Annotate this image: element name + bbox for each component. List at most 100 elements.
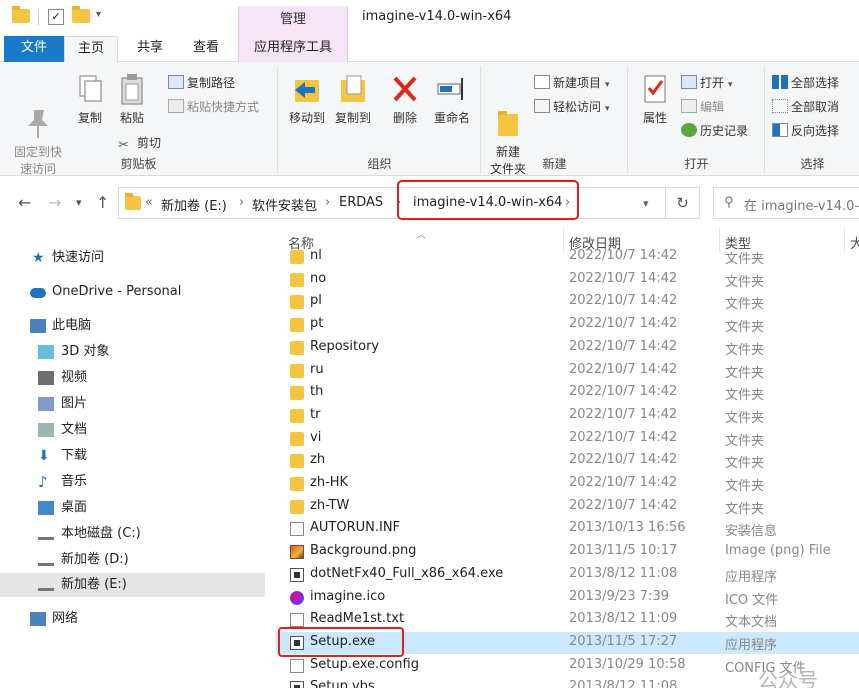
- open-button[interactable]: 打开 ▾: [681, 72, 733, 94]
- search-input[interactable]: ⚲ 在 imagine-v14.0-: [713, 187, 859, 219]
- copy-to-button[interactable]: 复制到: [331, 72, 375, 127]
- paste-button[interactable]: 粘贴: [112, 72, 152, 127]
- up-arrow-icon[interactable]: ↑: [96, 193, 109, 212]
- scissors-icon: ✂: [118, 138, 129, 153]
- document-icon: [38, 423, 54, 437]
- file-row[interactable]: nl 2022/10/7 14:42 文件夹: [276, 246, 859, 268]
- folder-icon: [290, 340, 304, 355]
- paste-shortcut-button[interactable]: 粘贴快捷方式: [168, 96, 259, 118]
- breadcrumb-erdas[interactable]: ERDAS: [339, 195, 383, 210]
- file-date: 2022/10/7 14:42: [569, 452, 678, 468]
- select-all-button[interactable]: 全部选择: [772, 72, 839, 94]
- drive-icon: [38, 558, 54, 566]
- nav-item-label: 视频: [61, 370, 88, 385]
- tab-home[interactable]: 主页: [64, 36, 119, 63]
- music-icon: ♪: [38, 473, 48, 491]
- file-type: 文件夹: [725, 479, 765, 494]
- back-arrow-icon[interactable]: ←: [18, 193, 31, 212]
- clipboard-group: 固定到快 速访问 复制 粘贴 复制路径 粘贴快捷方式 ✂ 剪切 剪贴板: [0, 66, 278, 176]
- history-button[interactable]: 历史记录: [681, 120, 748, 142]
- nav-item[interactable]: ⬇ 下载: [0, 444, 265, 468]
- copy-button[interactable]: 复制: [70, 72, 110, 127]
- nav-item-label: 桌面: [61, 500, 88, 515]
- cut-button[interactable]: ✂ 剪切: [118, 132, 161, 154]
- file-type: Image (png) File: [725, 543, 831, 559]
- properties-button[interactable]: 属性: [637, 72, 673, 127]
- nav-item[interactable]: 桌面: [0, 496, 265, 520]
- clipboard-group-label: 剪贴板: [120, 157, 157, 171]
- move-to-button[interactable]: 移动到: [285, 72, 329, 127]
- file-name: Repository: [310, 338, 380, 354]
- file-date: 2022/10/7 14:42: [569, 248, 678, 263]
- edit-button[interactable]: 编辑: [681, 96, 724, 118]
- file-row[interactable]: tr 2022/10/7 14:42 文件夹: [276, 405, 859, 427]
- search-placeholder: 在 imagine-v14.0-: [744, 199, 859, 214]
- invert-selection-button[interactable]: 反向选择: [772, 120, 839, 142]
- breadcrumb-drive[interactable]: 新加卷 (E:): [161, 195, 227, 214]
- recent-dropdown-icon[interactable]: ▾: [76, 196, 82, 209]
- properties-checkbox-icon[interactable]: ✓: [48, 9, 64, 25]
- forward-arrow-icon[interactable]: →: [48, 193, 61, 212]
- file-row[interactable]: vi 2022/10/7 14:42 文件夹: [276, 428, 859, 450]
- nav-item[interactable]: 文档: [0, 418, 265, 442]
- file-row[interactable]: th 2022/10/7 14:42 文件夹: [276, 382, 859, 404]
- nav-item[interactable]: OneDrive - Personal: [0, 280, 265, 304]
- tab-share[interactable]: 共享: [124, 36, 176, 62]
- nav-item[interactable]: ★ 快速访问: [0, 246, 265, 270]
- nav-item[interactable]: ♪ 音乐: [0, 470, 265, 494]
- file-row[interactable]: zh 2022/10/7 14:42 文件夹: [276, 450, 859, 472]
- file-name: ru: [310, 361, 324, 377]
- rename-button[interactable]: 重命名: [429, 72, 475, 127]
- refresh-icon[interactable]: ↻: [666, 187, 700, 219]
- file-name: Background.png: [310, 543, 417, 559]
- file-type: 应用程序: [725, 569, 778, 585]
- file-row[interactable]: zh-HK 2022/10/7 14:42 文件夹: [276, 473, 859, 495]
- breadcrumb-overflow[interactable]: «: [145, 195, 153, 210]
- address-bar[interactable]: « 新加卷 (E:) › 软件安装包 › ERDAS › imagine-v14…: [118, 187, 666, 219]
- properties-icon: [639, 72, 671, 106]
- file-name: dotNetFx40_Full_x86_x64.exe: [310, 565, 504, 581]
- folder-icon: [290, 272, 304, 287]
- breadcrumb-separator-icon[interactable]: ›: [325, 195, 330, 210]
- select-group-label: 选择: [800, 157, 825, 171]
- file-row[interactable]: ru 2022/10/7 14:42 文件夹: [276, 360, 859, 382]
- file-row[interactable]: zh-TW 2022/10/7 14:42 文件夹: [276, 496, 859, 518]
- address-dropdown-icon[interactable]: ▾: [643, 197, 649, 210]
- tab-view[interactable]: 查看: [180, 36, 232, 62]
- new-folder-quick-icon[interactable]: [72, 6, 90, 27]
- file-row[interactable]: Background.png 2013/11/5 10:17 Image (png)…: [276, 541, 859, 563]
- file-type: 安装信息: [725, 524, 778, 540]
- nav-item[interactable]: 新加卷 (E:): [0, 573, 265, 597]
- file-row[interactable]: no 2022/10/7 14:42 文件夹: [276, 269, 859, 291]
- dropdown-arrow-icon: ▾: [605, 80, 610, 90]
- file-date: 2013/10/13 16:56: [569, 520, 686, 536]
- file-type: 文件夹: [725, 297, 765, 313]
- copy-path-button[interactable]: 复制路径: [168, 72, 235, 94]
- new-item-button[interactable]: 新建项目 ▾: [534, 72, 610, 94]
- breadcrumb-separator-icon[interactable]: ›: [239, 195, 244, 210]
- nav-item[interactable]: 图片: [0, 392, 265, 416]
- nav-item[interactable]: 新加卷 (D:): [0, 548, 265, 572]
- nav-item[interactable]: 视频: [0, 366, 265, 390]
- quick-access-dropdown-icon[interactable]: ▾: [96, 9, 101, 27]
- tab-app-tools[interactable]: 应用程序工具: [238, 36, 348, 62]
- file-row[interactable]: pl 2022/10/7 14:42 文件夹: [276, 291, 859, 313]
- nav-item[interactable]: 网络: [0, 607, 265, 631]
- nav-item[interactable]: 3D 对象: [0, 340, 265, 364]
- file-date: 2022/10/7 14:42: [569, 316, 678, 332]
- file-row[interactable]: dotNetFx40_Full_x86_x64.exe 2013/8/12 11:…: [276, 564, 859, 586]
- delete-button[interactable]: 删除: [385, 72, 425, 127]
- copy-path-icon: [168, 75, 184, 89]
- file-row[interactable]: pt 2022/10/7 14:42 文件夹: [276, 314, 859, 336]
- easy-access-button[interactable]: 轻松访问 ▾: [534, 96, 610, 118]
- breadcrumb-software[interactable]: 软件安装包: [252, 195, 317, 214]
- tab-file[interactable]: 文件: [4, 36, 64, 62]
- select-none-button[interactable]: 全部取消: [772, 96, 839, 118]
- file-row[interactable]: imagine.ico 2013/9/23 7:39 ICO 文件: [276, 587, 859, 609]
- file-row[interactable]: AUTORUN.INF 2013/10/13 16:56 安装信息: [276, 518, 859, 540]
- nav-item[interactable]: 本地磁盘 (C:): [0, 522, 265, 546]
- file-type: 文件夹: [725, 388, 765, 404]
- file-row[interactable]: Repository 2022/10/7 14:42 文件夹: [276, 337, 859, 359]
- select-none-icon: [772, 99, 788, 113]
- nav-item[interactable]: 此电脑: [0, 314, 265, 338]
